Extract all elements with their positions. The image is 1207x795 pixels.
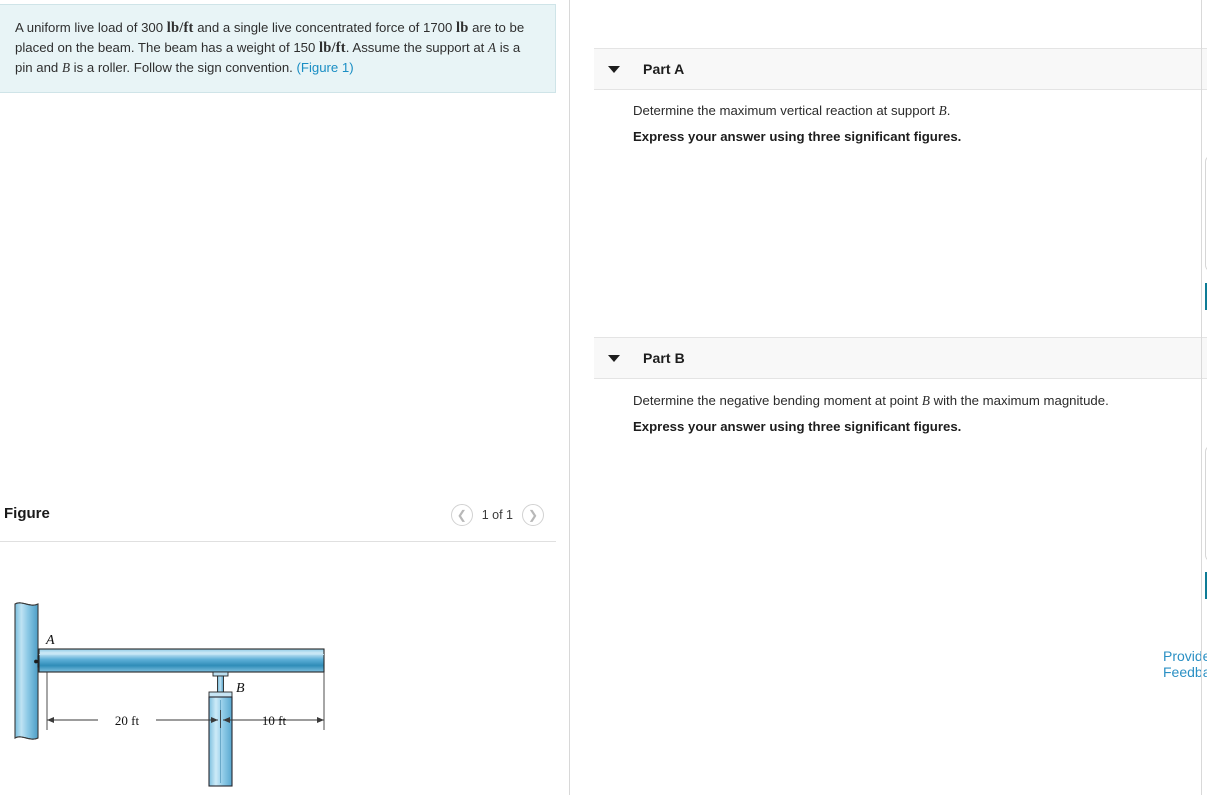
problem-text: A uniform live load of 300 lb/ft and a s… [15,20,524,75]
part-b-prompt-pre: Determine the negative bending moment at… [633,393,922,408]
figure-prev-button[interactable]: ❮ [450,504,473,526]
figure-counter: 1 of 1 [481,508,513,522]
part-a-header[interactable]: Part A [594,48,1207,90]
beam [38,648,325,673]
problem-statement: A uniform live load of 300 lb/ft and a s… [0,4,556,93]
part-a-prompt-pre: Determine the maximum vertical reaction … [633,103,939,118]
chevron-down-icon[interactable] [608,354,620,362]
figure-divider [0,541,556,542]
part-a-instruction: Express your answer using three signific… [633,129,962,144]
chevron-down-icon[interactable] [608,65,620,73]
problem-text-run: and a single live concentrated force of … [193,20,456,35]
wall-support-a [14,602,39,740]
problem-text-run: . Assume the support at [345,40,489,55]
figure-navigation: ❮ 1 of 1 ❯ [450,504,544,526]
unit-token: lb/ft [319,40,346,56]
scroll-track[interactable] [1201,0,1202,795]
dimension-20ft-label: 20 ft [115,713,140,728]
page-root: A uniform live load of 300 lb/ft and a s… [0,0,1207,795]
part-a-prompt-symbol: B [938,103,947,118]
left-panel: A uniform live load of 300 lb/ft and a s… [0,0,569,795]
figure-1-link[interactable]: (Figure 1) [297,60,354,75]
right-panel: Part A Determine the maximum vertical re… [570,0,1207,795]
part-b-instruction: Express your answer using three signific… [633,419,962,434]
math-symbol: A [488,40,497,55]
figure-title: Figure [4,505,50,522]
beam-diagram: A B 20 ft 10 ft [0,560,556,790]
part-a-prompt-post: . [946,103,951,118]
unit-token: lb [456,20,469,36]
dimension-10ft-label: 10 ft [262,713,287,728]
part-a-prompt: Determine the maximum vertical reaction … [633,103,950,119]
dimension-20ft: 20 ft [47,711,218,729]
figure-next-button[interactable]: ❯ [522,504,544,526]
dimension-10ft: 10 ft [223,713,324,728]
part-b-prompt-post: with the maximum magnitude. [929,393,1109,408]
figure-header: Figure ❮ 1 of 1 ❯ [0,500,556,542]
part-a-title: Part A [643,61,685,77]
unit-token: lb/ft [166,20,194,36]
part-b-prompt-symbol: B [921,393,930,408]
beam-diagram-svg: A B 20 ft 10 ft [14,602,325,787]
part-b-prompt: Determine the negative bending moment at… [633,393,1109,409]
part-b-header[interactable]: Part B [594,337,1207,379]
label-b: B [236,681,245,696]
problem-text-run: A uniform live load of 300 [15,20,167,35]
roller-support-b [208,671,233,787]
label-a: A [45,633,55,648]
part-b-title: Part B [643,350,685,366]
math-symbol: B [61,60,70,75]
problem-text-run: is a roller. Follow the sign convention. [70,60,297,75]
